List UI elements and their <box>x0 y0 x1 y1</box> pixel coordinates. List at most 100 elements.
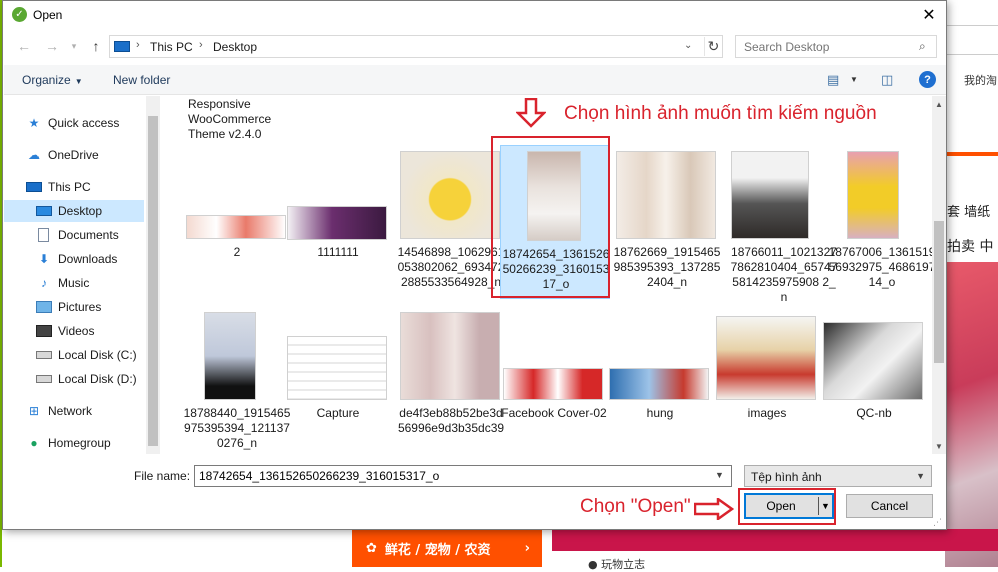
desktop-icon <box>36 206 52 216</box>
file-thumbnail <box>823 322 923 400</box>
dialog-titlebar[interactable]: ✓ Open ✕ <box>3 1 946 29</box>
file-thumbnail <box>400 312 500 400</box>
nav-item-homegroup[interactable]: ● Homegroup <box>4 432 144 454</box>
file-thumbnail <box>287 336 387 400</box>
breadcrumb-this-pc[interactable]: This PC <box>150 40 193 54</box>
annotation-choose-image: Chọn hình ảnh muốn tìm kiếm nguồn <box>564 103 877 124</box>
help-icon[interactable]: ? <box>919 71 936 88</box>
organize-button[interactable]: Organize ▼ <box>22 73 83 87</box>
file-tile[interactable]: hung <box>605 312 715 432</box>
up-arrow-icon[interactable]: ↑ <box>87 37 105 55</box>
file-label: de4f3eb88b52be3d56996e9d3b35dc39 <box>397 406 505 435</box>
file-tile[interactable]: images <box>712 312 822 432</box>
network-icon: ⊞ <box>28 404 40 418</box>
file-tile[interactable]: 14546898_1062961053802062_69347228855335… <box>396 151 506 311</box>
close-button[interactable]: ✕ <box>911 1 947 29</box>
file-tile[interactable]: 1111111 <box>283 151 393 261</box>
address-dropdown-icon[interactable]: ⌄ <box>684 40 692 51</box>
nav-item-onedrive[interactable]: ☁ OneDrive <box>4 144 144 166</box>
scroll-down-arrow-icon[interactable]: ▼ <box>935 442 943 451</box>
back-arrow-icon[interactable]: ← <box>15 37 33 55</box>
file-tile[interactable]: de4f3eb88b52be3d56996e9d3b35dc39 <box>396 312 506 452</box>
nav-item-downloads[interactable]: ⬇ Downloads <box>4 248 144 270</box>
nav-item-videos[interactable]: Videos <box>4 320 144 342</box>
chevron-down-icon[interactable]: ▼ <box>715 470 724 480</box>
file-label: 18762669_1915465985395393_1372852404_n <box>613 245 721 289</box>
nav-item-label: Local Disk (C:) <box>58 348 137 362</box>
new-folder-button[interactable]: New folder <box>113 73 170 87</box>
file-name-field[interactable] <box>195 466 711 486</box>
cloud-icon: ☁ <box>28 148 40 162</box>
file-tile[interactable]: Capture <box>283 312 393 432</box>
file-tile[interactable]: Facebook Cover-02 <box>499 312 609 442</box>
view-menu-chevron-icon[interactable]: ▼ <box>850 75 858 84</box>
pictures-icon <box>36 301 52 313</box>
app-logo-icon: ✓ <box>12 7 27 22</box>
breadcrumb-separator-icon[interactable]: › <box>199 39 203 51</box>
file-label: Capture <box>316 406 360 420</box>
star-icon: ★ <box>28 116 40 130</box>
file-tile[interactable]: 2 <box>182 151 292 261</box>
file-tile[interactable]: 18762669_1915465985395393_1372852404_n <box>612 151 722 311</box>
chevron-down-icon: ▼ <box>916 471 925 481</box>
nav-item-label: This PC <box>48 180 91 194</box>
file-name-combobox[interactable]: ▼ <box>194 465 732 487</box>
file-label: QC-nb <box>856 406 892 420</box>
search-icon[interactable]: ⌕ <box>919 39 926 54</box>
nav-item-quick-access[interactable]: ★ Quick access <box>4 112 144 134</box>
file-tile[interactable]: 18788440_1915465975395394_1211370276_n <box>182 312 292 452</box>
file-thumbnail <box>609 368 709 400</box>
video-icon <box>36 325 52 337</box>
organize-label: Organize <box>22 73 71 87</box>
background-category-bar: ✿ 鲜花 / 宠物 / 农资 › <box>352 529 542 567</box>
nav-scrollbar-thumb[interactable] <box>148 116 158 446</box>
file-thumbnail <box>400 151 500 239</box>
background-search-field <box>945 25 998 55</box>
file-list-scrollbar-thumb[interactable] <box>934 221 944 363</box>
nav-item-network[interactable]: ⊞ Network <box>4 400 144 422</box>
file-thumbnail <box>287 206 387 240</box>
annotation-choose-open: Chọn "Open" <box>580 496 691 517</box>
nav-item-documents[interactable]: Documents <box>4 224 144 246</box>
nav-item-this-pc[interactable]: This PC <box>4 176 144 198</box>
breadcrumb-desktop[interactable]: Desktop <box>213 40 257 54</box>
file-tile[interactable]: QC-nb <box>819 312 929 432</box>
file-list-scrollbar[interactable]: ▲ ▼ <box>932 96 946 454</box>
recent-locations-chevron-icon[interactable]: ▾ <box>65 37 83 55</box>
search-box[interactable]: ⌕ <box>735 35 937 58</box>
view-options-icon[interactable]: ▤ <box>827 72 839 88</box>
background-bottom-text: ● 玩物立志 <box>588 558 646 571</box>
nav-item-local-disk-d[interactable]: Local Disk (D:) <box>4 368 144 390</box>
file-tile[interactable]: 18766011_1021327786281040​4_657475814235… <box>729 151 839 321</box>
refresh-icon[interactable]: ↻ <box>704 37 722 56</box>
download-icon: ⬇ <box>38 252 50 266</box>
address-bar[interactable]: › This PC › Desktop ⌄ ↻ <box>109 35 723 58</box>
nav-item-music[interactable]: ♪ Music <box>4 272 144 294</box>
nav-item-desktop[interactable]: Desktop <box>4 200 144 222</box>
cancel-button[interactable]: Cancel <box>846 494 933 518</box>
resize-grip-icon[interactable]: ⋰ <box>933 517 942 528</box>
preview-pane-icon[interactable]: ◫ <box>881 72 893 88</box>
file-type-select[interactable]: Tệp hình ảnh ▼ <box>744 465 932 487</box>
background-text-auction: 拍卖 中 <box>947 239 994 255</box>
breadcrumb-separator-icon[interactable]: › <box>136 39 140 51</box>
file-type-value: Tệp hình ảnh <box>751 470 822 484</box>
nav-item-local-disk-c[interactable]: Local Disk (C:) <box>4 344 144 366</box>
background-orange-divider <box>945 152 998 156</box>
scroll-up-arrow-icon[interactable]: ▲ <box>935 100 943 109</box>
homegroup-icon: ● <box>30 436 38 450</box>
forward-arrow-icon[interactable]: → <box>43 37 61 55</box>
annotation-highlight-open <box>738 488 836 525</box>
nav-item-label: Quick access <box>48 116 120 130</box>
file-label-partial[interactable]: Responsive WooCommerce Theme v2.4.0 <box>188 97 298 142</box>
file-thumbnail <box>186 215 286 239</box>
search-input[interactable] <box>736 36 916 57</box>
nav-item-label: Music <box>58 276 90 290</box>
file-tile[interactable]: 18767006_136151956932975_468619714_o <box>827 151 932 311</box>
file-label: Facebook Cover-02 <box>501 406 607 420</box>
file-thumbnail <box>503 368 603 400</box>
nav-item-pictures[interactable]: Pictures <box>4 296 144 318</box>
nav-scrollbar[interactable] <box>146 96 160 454</box>
flower-icon: ✿ <box>366 540 377 556</box>
file-label: 18788440_1915465975395394_1211370276_n <box>183 406 291 450</box>
